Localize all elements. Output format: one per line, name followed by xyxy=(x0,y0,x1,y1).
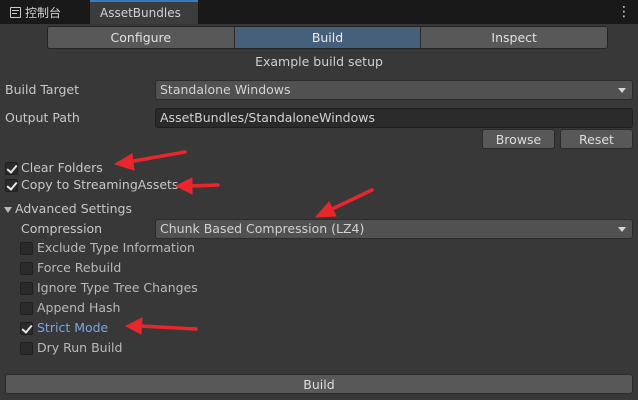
console-icon xyxy=(10,6,21,18)
compression-value: Chunk Based Compression (LZ4) xyxy=(160,221,365,236)
output-path-field[interactable]: AssetBundles/StandaloneWindows xyxy=(155,108,633,128)
more-options-icon[interactable]: ⋮ xyxy=(616,3,632,21)
compression-label: Compression xyxy=(21,221,103,236)
dropdown-arrow-icon xyxy=(618,88,626,93)
clear-folders-checkbox[interactable] xyxy=(5,162,18,175)
tab-console-label: 控制台 xyxy=(25,5,62,20)
tab-console[interactable]: 控制台 xyxy=(2,0,86,24)
append-hash-label: Append Hash xyxy=(37,300,121,315)
advanced-settings-foldout[interactable]: Advanced Settings xyxy=(15,201,132,216)
force-rebuild-label: Force Rebuild xyxy=(37,260,122,275)
window-tab-bar: 控制台 AssetBundles ⋮ xyxy=(0,0,638,24)
arrow-copy-streaming-icon xyxy=(174,177,220,195)
build-target-value: Standalone Windows xyxy=(160,82,291,97)
append-hash-checkbox[interactable] xyxy=(20,302,33,315)
build-target-dropdown[interactable]: Standalone Windows xyxy=(155,80,633,100)
output-path-label: Output Path xyxy=(5,110,80,125)
build-target-label: Build Target xyxy=(5,82,80,97)
toolbar-build[interactable]: Build xyxy=(234,27,422,48)
toolbar-inspect[interactable]: Inspect xyxy=(421,27,607,48)
dropdown-arrow-icon xyxy=(618,227,626,232)
clear-folders-label: Clear Folders xyxy=(21,160,103,175)
ignore-type-tree-checkbox[interactable] xyxy=(20,282,33,295)
ignore-type-tree-label: Ignore Type Tree Changes xyxy=(37,280,198,295)
exclude-type-info-label: Exclude Type Information xyxy=(37,240,195,255)
copy-streaming-checkbox[interactable] xyxy=(5,179,18,192)
strict-mode-label: Strict Mode xyxy=(37,320,109,335)
arrow-compression-icon xyxy=(314,188,374,218)
mode-toolbar: Configure Build Inspect xyxy=(47,26,608,49)
arrow-strict-mode-icon xyxy=(124,317,198,335)
toolbar-configure[interactable]: Configure xyxy=(48,27,235,48)
browse-button[interactable]: Browse xyxy=(482,129,555,149)
tab-assetbundles-label: AssetBundles xyxy=(100,6,181,20)
arrow-clear-folders-icon xyxy=(113,150,187,171)
dry-run-label: Dry Run Build xyxy=(37,340,123,355)
exclude-type-info-checkbox[interactable] xyxy=(20,242,33,255)
build-button[interactable]: Build xyxy=(5,374,633,394)
copy-streaming-label: Copy to StreamingAssets xyxy=(21,177,179,192)
reset-button[interactable]: Reset xyxy=(560,129,633,149)
page-subtitle: Example build setup xyxy=(255,54,383,69)
force-rebuild-checkbox[interactable] xyxy=(20,262,33,275)
foldout-arrow-icon[interactable] xyxy=(4,207,12,213)
dry-run-checkbox[interactable] xyxy=(20,342,33,355)
compression-dropdown[interactable]: Chunk Based Compression (LZ4) xyxy=(155,219,633,239)
tab-assetbundles[interactable]: AssetBundles xyxy=(90,0,198,24)
strict-mode-checkbox[interactable] xyxy=(20,322,33,335)
